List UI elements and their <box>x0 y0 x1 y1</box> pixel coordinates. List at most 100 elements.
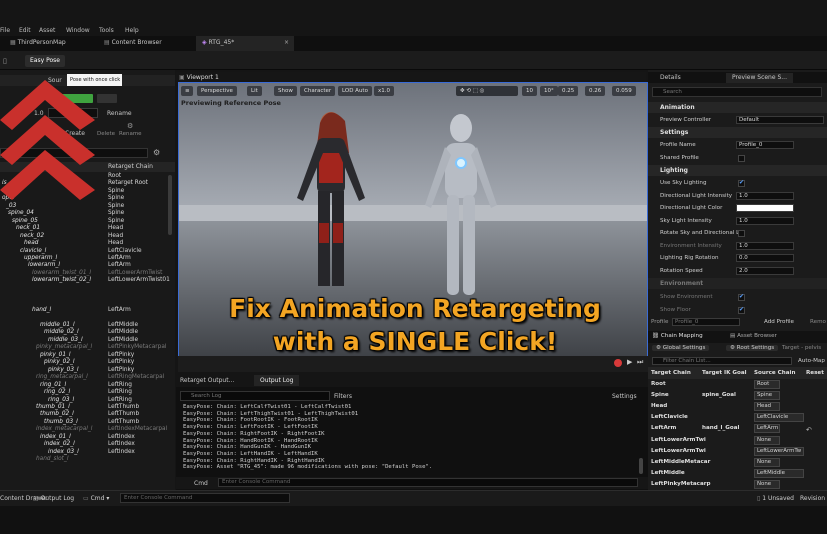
bone-row[interactable]: pinky_02_l LeftPinky <box>0 359 175 367</box>
status-cmd-dropdown[interactable]: ▭ Cmd ▾ <box>83 495 109 502</box>
bone-row[interactable]: thumb_03_l LeftThumb <box>0 419 175 427</box>
tab-output-log[interactable]: Output Log <box>254 375 300 386</box>
root-settings-button[interactable]: ⚙ Root Settings <box>726 345 779 351</box>
settings-button[interactable]: Settings <box>612 393 637 400</box>
chain-row[interactable]: LeftClavicle LeftClavicle <box>648 412 827 423</box>
property-value-input[interactable]: 1.0 <box>736 191 794 200</box>
bone-row[interactable]: pinky_metacarpal_l LeftPinkyMetacarpal <box>0 344 175 352</box>
menu-help[interactable]: Help <box>125 27 139 34</box>
bone-row[interactable] <box>0 292 175 300</box>
bone-row[interactable]: ring_02_l LeftRing <box>0 389 175 397</box>
chain-row[interactable]: LeftMiddle LeftMiddle <box>648 468 827 479</box>
bone-row[interactable]: upperarm_l LeftArm <box>0 255 175 263</box>
bone-row[interactable]: ring_03_l LeftRing <box>0 397 175 405</box>
console-command-input[interactable]: Enter Console Command <box>218 478 638 487</box>
bone-row[interactable]: index_03_l LeftIndex <box>0 449 175 457</box>
profile-name-input[interactable]: Profile_0 <box>736 141 794 149</box>
unsaved-indicator[interactable]: ▯ 1 Unsaved <box>757 495 794 502</box>
chain-row[interactable]: LeftMiddleMetacar None <box>648 457 827 468</box>
section-settings[interactable]: Settings <box>648 127 827 138</box>
skip-end-icon[interactable]: ⏭ <box>637 358 643 367</box>
bone-row[interactable]: index_01_l LeftIndex <box>0 434 175 442</box>
easy-pose-button[interactable]: Easy Pose <box>25 55 65 67</box>
show-button[interactable]: Show <box>274 86 297 96</box>
reset-arrow-icon[interactable]: ↶ <box>806 426 812 434</box>
bone-row[interactable]: middle_03_l LeftMiddle <box>0 337 175 345</box>
bone-row[interactable] <box>0 315 175 323</box>
revision-control-button[interactable]: Revision <box>800 495 825 502</box>
grid-snap-value[interactable]: 10 <box>522 86 537 96</box>
bone-row[interactable]: neck_02 Head <box>0 233 175 241</box>
cmd-dropdown[interactable]: Cmd <box>194 480 208 487</box>
lod-button[interactable]: LOD Auto <box>338 86 372 96</box>
property-value-input[interactable]: 2.0 <box>736 266 794 275</box>
viewport-menu-button[interactable]: ≡ <box>181 86 193 96</box>
chain-row[interactable]: Head Head <box>648 401 827 412</box>
auto-map-button[interactable]: Auto-Map <box>798 358 825 364</box>
close-icon[interactable]: × <box>284 39 289 46</box>
play-icon[interactable]: ▶ <box>627 358 632 366</box>
tab-retarget-output[interactable]: Retarget Output... <box>180 377 234 384</box>
status-console-input[interactable]: Enter Console Command <box>120 493 290 503</box>
tab-preview-scene[interactable]: Preview Scene S... <box>726 73 793 83</box>
bone-row[interactable] <box>0 285 175 293</box>
source-chain-dropdown[interactable]: Head <box>754 402 780 412</box>
log-search-input[interactable]: Search Log <box>180 391 330 401</box>
bone-row[interactable]: neck_01 Head <box>0 225 175 233</box>
source-chain-dropdown[interactable]: None <box>754 479 780 489</box>
property-checkbox[interactable] <box>738 230 745 237</box>
lit-button[interactable]: Lit <box>247 86 262 96</box>
global-settings-button[interactable]: ⚙ Global Settings <box>652 345 710 351</box>
bone-row[interactable]: thumb_02_l LeftThumb <box>0 411 175 419</box>
rotation-snap-value[interactable]: 10° <box>540 86 558 96</box>
bone-row[interactable]: index_metacarpal_l LeftIndexMetacarpal <box>0 426 175 434</box>
menu-tools[interactable]: Tools <box>99 27 114 34</box>
source-chain-dropdown[interactable]: LeftLowerArmTw <box>754 446 804 456</box>
bone-row[interactable]: hand_l LeftArm <box>0 307 175 315</box>
bone-row[interactable]: _03 Spine <box>0 203 175 211</box>
show-floor-checkbox[interactable] <box>738 306 745 314</box>
playback-speed-button[interactable]: x1.0 <box>374 86 395 96</box>
bone-row[interactable]: hand_slot_l <box>0 456 175 464</box>
gear-icon[interactable]: ⚙ <box>127 122 133 130</box>
exposure-value[interactable]: 0.059 <box>612 86 636 96</box>
camera-speed-value[interactable]: 0.26 <box>585 86 606 96</box>
bone-row[interactable]: lowerarm_twist_02_l LeftLowerArmTwist01 <box>0 277 175 285</box>
add-profile-button[interactable]: Add Profile <box>764 319 794 325</box>
property-value-input[interactable]: 1.0 <box>736 241 794 250</box>
filters-button[interactable]: Filters <box>334 393 352 400</box>
tab-third-person-map[interactable]: ▦ ThirdPersonMap <box>4 36 84 51</box>
bone-row[interactable]: pinky_03_l LeftPinky <box>0 367 175 375</box>
bone-row[interactable]: thumb_01_l LeftThumb <box>0 404 175 412</box>
section-lighting[interactable]: Lighting <box>648 165 827 176</box>
profile-dropdown[interactable]: Profile_0 <box>672 318 740 326</box>
shared-profile-checkbox[interactable] <box>738 155 745 162</box>
chain-row[interactable]: LeftLowerArmTwi LeftLowerArmTw <box>648 446 827 457</box>
bone-row[interactable]: head Head <box>0 240 175 248</box>
menu-edit[interactable]: Edit <box>19 27 31 34</box>
menu-file[interactable]: File <box>0 27 10 34</box>
bone-row[interactable]: spine_04 Spine <box>0 210 175 218</box>
save-icon[interactable]: ▯ <box>3 57 7 65</box>
property-value-input[interactable]: 0.0 <box>736 254 794 262</box>
chain-row[interactable]: Root Root <box>648 379 827 390</box>
menu-window[interactable]: Window <box>66 27 90 34</box>
bone-row[interactable]: lowerarm_twist_01_l LeftLowerArmTwist <box>0 270 175 278</box>
scale-snap-value[interactable]: 0.25 <box>558 86 579 96</box>
tab-rtg45[interactable]: ◈ RTG_45* × <box>196 36 294 51</box>
bone-row[interactable]: index_02_l LeftIndex <box>0 441 175 449</box>
pose-blend-value[interactable]: Rename <box>107 110 132 117</box>
property-value-input[interactable]: 1.0 <box>736 216 794 225</box>
details-search-input[interactable]: Search <box>652 87 822 97</box>
section-animation[interactable]: Animation <box>648 102 827 113</box>
toggle-target-button[interactable] <box>97 94 117 103</box>
bone-tree-scrollbar[interactable] <box>168 175 172 235</box>
output-log-button[interactable]: ▤ Output Log <box>33 495 74 502</box>
bone-row[interactable]: ring_01_l LeftRing <box>0 382 175 390</box>
source-chain-dropdown[interactable]: LeftArm <box>754 424 780 434</box>
chain-row[interactable]: LeftArm hand_l_Goal LeftArm <box>648 423 827 434</box>
bone-row[interactable] <box>0 464 175 472</box>
source-chain-dropdown[interactable]: LeftClavicle <box>754 413 804 423</box>
perspective-button[interactable]: Perspective <box>197 86 237 96</box>
source-chain-dropdown[interactable]: None <box>754 457 780 467</box>
